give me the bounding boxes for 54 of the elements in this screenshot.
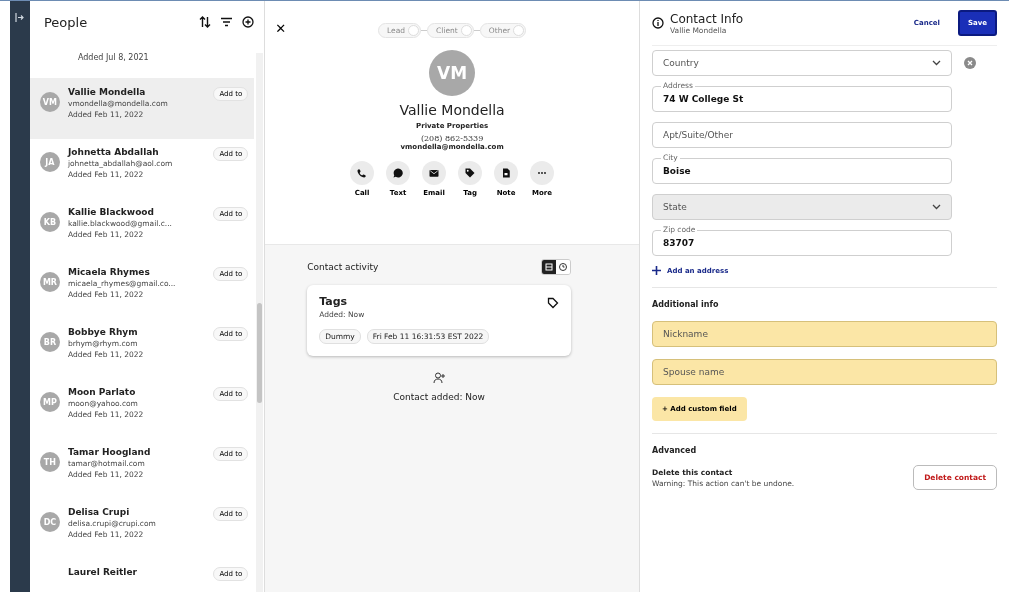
history-view-button[interactable]	[556, 260, 570, 274]
avatar: JA	[39, 152, 60, 172]
close-button[interactable]: ✕	[273, 19, 289, 38]
avatar: MR	[39, 272, 60, 292]
text-field[interactable]: Apt/Suite/Other	[652, 122, 952, 148]
section-title: Contact activity	[307, 262, 379, 272]
toggle-dot[interactable]	[513, 25, 525, 36]
person-add-icon	[432, 372, 446, 384]
tag-icon	[547, 297, 559, 309]
avatar: TH	[39, 452, 60, 472]
phone-number: (208) 862-5339	[420, 134, 484, 143]
added-date: Added Jul 8, 2021	[77, 53, 149, 62]
avatar: VM	[39, 92, 60, 112]
activity-event: Contact added: Now	[393, 392, 485, 402]
add-circle-icon[interactable]	[242, 16, 255, 28]
section-title: Additional info	[652, 300, 720, 309]
info-icon	[652, 17, 664, 29]
avatar: BR	[39, 332, 60, 352]
contact-name: Tamar Hoogland	[67, 447, 152, 457]
chat-bubble-icon	[392, 167, 405, 179]
avatar: KB	[39, 212, 60, 232]
contact-name: Bobbye Rhym	[67, 327, 139, 337]
avatar: DC	[39, 512, 60, 532]
avatar: VM	[429, 50, 476, 96]
input-field[interactable]: Nickname	[652, 321, 997, 347]
section-title: Advanced	[652, 446, 698, 455]
panel-title: Contact Info	[670, 11, 745, 26]
contact-name: Vallie Mondella	[67, 87, 147, 97]
avatar: MP	[39, 392, 60, 412]
select-field[interactable]: Country	[652, 50, 952, 76]
tag-icon	[464, 167, 477, 179]
chevron-down-icon	[932, 204, 941, 210]
document-icon	[500, 167, 513, 179]
contact-name: Moon Parlato	[67, 387, 137, 397]
remove-icon[interactable]	[964, 57, 976, 69]
toggle-dot[interactable]	[408, 25, 420, 36]
filter-icon[interactable]	[221, 17, 233, 27]
envelope-icon	[428, 167, 441, 179]
plus-icon	[652, 266, 661, 275]
toggle-dot[interactable]	[460, 25, 472, 36]
list-view-button[interactable]	[542, 260, 556, 274]
panel-title: People	[43, 14, 89, 30]
contact-name: Delisa Crupi	[67, 507, 131, 517]
input-field[interactable]: Spouse name	[652, 359, 997, 385]
contact-name: Vallie Mondella	[399, 102, 505, 118]
card-title: Tags	[319, 295, 348, 308]
contact-name: Johnetta Abdallah	[67, 147, 160, 157]
contact-name: Micaela Rhymes	[67, 267, 151, 277]
phone-icon	[356, 167, 369, 179]
chevron-down-icon	[932, 60, 941, 66]
expand-icon[interactable]	[15, 13, 25, 22]
contact-name: Laurel Reitler	[67, 567, 138, 577]
contact-name: Kallie Blackwood	[67, 207, 155, 217]
sort-icon[interactable]	[199, 16, 212, 28]
